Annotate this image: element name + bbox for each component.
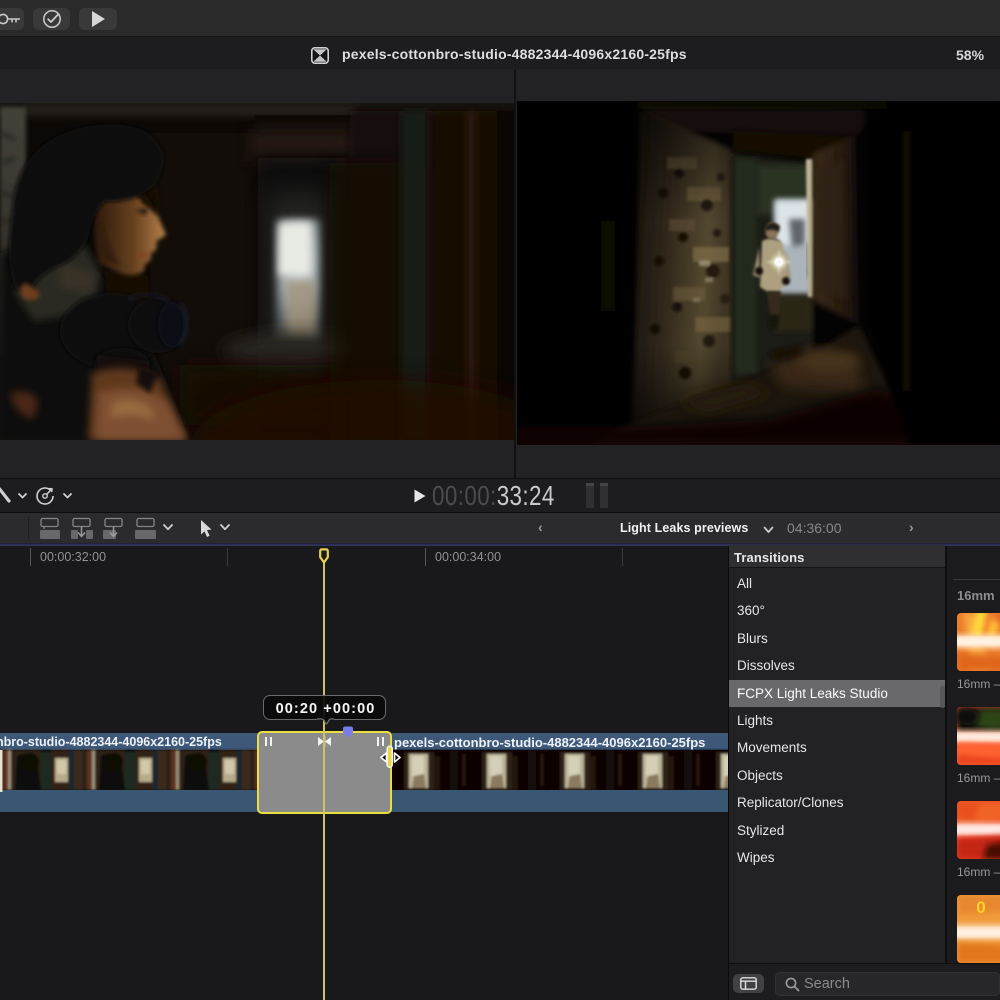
svg-text:0: 0 — [976, 898, 985, 917]
